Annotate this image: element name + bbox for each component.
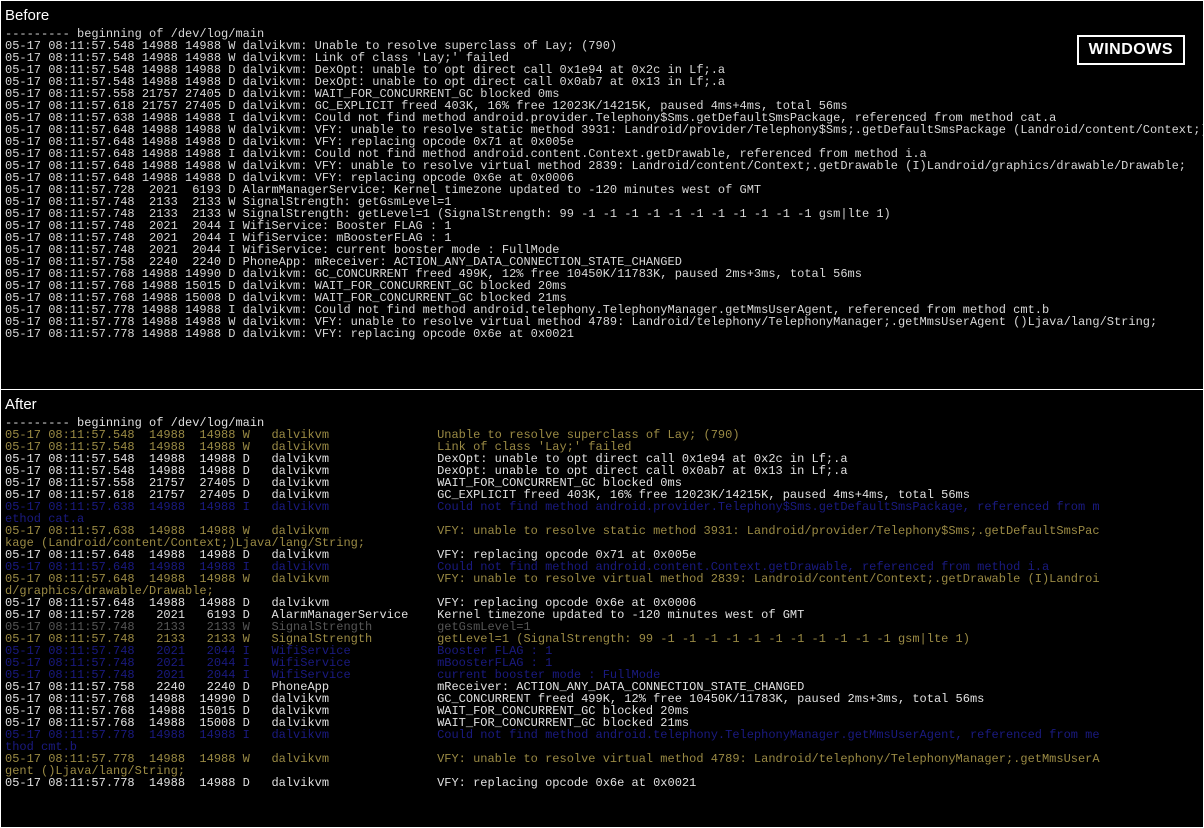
log-line: 05-17 08:11:57.638 14988 14988 I dalvikv… [5,501,1199,513]
after-panel: After --------- beginning of /dev/log/ma… [0,390,1204,828]
windows-badge: WINDOWS [1077,35,1185,65]
before-log: --------- beginning of /dev/log/main05-1… [1,28,1203,344]
log-line: 05-17 08:11:57.778 14988 14988 I dalvikv… [5,729,1199,741]
log-line: 05-17 08:11:57.778 14988 14988 D dalvikv… [5,328,1199,340]
after-log: --------- beginning of /dev/log/main05-1… [1,417,1203,793]
before-label: Before [1,1,1203,28]
log-line: 05-17 08:11:57.778 14988 14988 D dalvikv… [5,777,1199,789]
after-label: After [1,390,1203,417]
before-panel: Before WINDOWS --------- beginning of /d… [0,0,1204,390]
